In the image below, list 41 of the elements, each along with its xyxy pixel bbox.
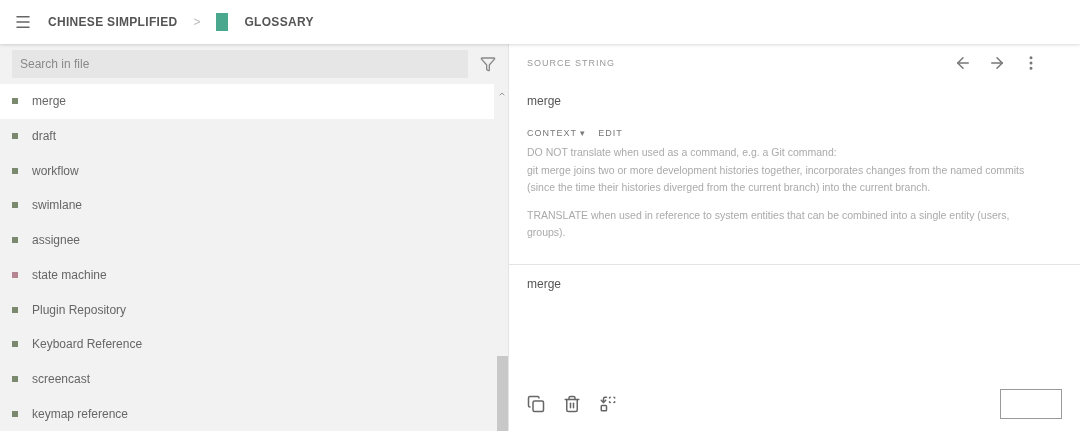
term-label: keymap reference bbox=[32, 406, 129, 421]
term-item[interactable]: Keyboard Reference bbox=[0, 326, 494, 362]
book-icon bbox=[216, 13, 229, 31]
term-label: swimlane bbox=[32, 198, 82, 213]
translation-field[interactable]: merge bbox=[527, 276, 1062, 389]
delete-icon[interactable] bbox=[563, 395, 581, 413]
copy-icon[interactable] bbox=[527, 395, 545, 413]
previous-icon[interactable] bbox=[954, 54, 972, 72]
term-label: draft bbox=[32, 129, 56, 144]
term-label: merge bbox=[32, 94, 66, 109]
filter-icon[interactable] bbox=[480, 56, 496, 72]
source-text: merge bbox=[527, 94, 562, 108]
term-item[interactable]: keymap reference bbox=[0, 396, 494, 431]
term-item[interactable]: draft bbox=[0, 118, 494, 154]
outlined-button[interactable] bbox=[1000, 389, 1062, 419]
term-label: Keyboard Reference bbox=[32, 337, 143, 352]
term-item[interactable]: merge bbox=[0, 84, 494, 119]
term-label: assignee bbox=[32, 233, 81, 248]
context-toggle[interactable]: CONTEXT ▾ bbox=[527, 128, 587, 138]
next-icon[interactable] bbox=[988, 54, 1006, 72]
section-heading: SOURCE STRING bbox=[527, 58, 615, 68]
term-label: screencast bbox=[32, 371, 91, 386]
breadcrumb-item[interactable]: GLOSSARY bbox=[244, 15, 314, 29]
breadcrumb-separator: > bbox=[193, 15, 201, 29]
term-item[interactable]: state machine bbox=[0, 257, 494, 293]
term-label: state machine bbox=[32, 267, 107, 282]
search-field[interactable]: Search in file bbox=[12, 50, 468, 78]
context-text: TRANSLATE when used in reference to system entities that can be combined into a single entity (users, groups). bbox=[527, 207, 1011, 240]
term-item[interactable]: screencast bbox=[0, 361, 494, 397]
scroll-up-icon[interactable] bbox=[498, 90, 506, 98]
term-label: workflow bbox=[32, 163, 79, 178]
menu-icon[interactable] bbox=[14, 13, 32, 31]
term-item[interactable]: Plugin Repository bbox=[0, 292, 494, 327]
replace-icon[interactable] bbox=[599, 395, 617, 413]
term-item[interactable]: assignee bbox=[0, 222, 494, 258]
term-item[interactable]: swimlane bbox=[0, 188, 494, 223]
term-label: Plugin Repository bbox=[32, 302, 127, 317]
term-item[interactable]: workflow bbox=[0, 153, 494, 189]
breadcrumb-item[interactable]: CHINESE SIMPLIFIED bbox=[48, 15, 178, 29]
edit-link[interactable]: EDIT bbox=[598, 128, 623, 138]
context-text: DO NOT translate when used as a command, e.g. a Git command: git merge joins two or more development histories together, incorporates changes from the named commits (since the time their histories diverged from the current branch) into the current branch. bbox=[527, 145, 1026, 195]
